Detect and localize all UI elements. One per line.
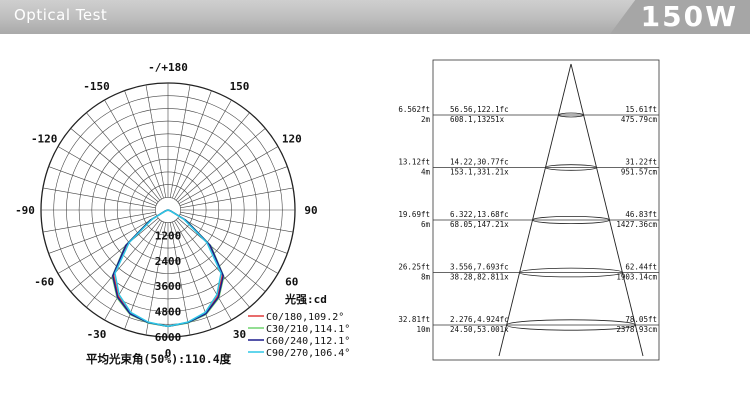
cone-height-m: 2m xyxy=(421,115,431,124)
cone-lx: 38.28,82.811x xyxy=(450,273,509,282)
polar-angle-label: -60 xyxy=(34,276,54,289)
polar-spoke xyxy=(169,84,191,198)
cone-height-m: 6m xyxy=(421,220,431,229)
cone-height-ft: 13.12ft xyxy=(398,158,430,167)
polar-angle-label: 30 xyxy=(233,328,246,341)
polar-angle-label: 120 xyxy=(282,133,302,146)
cone-diameter-ft: 15.61ft xyxy=(625,105,657,114)
polar-legend: 光强:cd C0/180,109.2°C30/210,114.1°C60/240,… xyxy=(248,292,350,359)
cone-lx: 608.1,13251x xyxy=(450,115,505,124)
cone-diameter-cm: 1903.14cm xyxy=(616,273,657,282)
legend-entry: C0/180,109.2° xyxy=(266,312,344,323)
cone-fc: 14.22,30.77fc xyxy=(450,158,509,167)
polar-angle-label: -/+180 xyxy=(148,61,188,74)
cone-diameter-cm: 1427.36cm xyxy=(616,220,657,229)
cone-lx: 68.05,147.21x xyxy=(450,220,509,229)
cone-body xyxy=(498,63,644,357)
cone-height-m: 8m xyxy=(421,273,431,282)
polar-intensity-chart: -/+180-150 150-120 120-90 90-60 60-30 3001200… xyxy=(15,61,350,366)
legend-entry: C90/270,106.4° xyxy=(266,348,350,359)
cone-diameter-ft: 62.44ft xyxy=(625,263,657,272)
polar-angle-label: 150 xyxy=(230,80,250,93)
polar-spoke xyxy=(42,211,156,233)
cone-diameter-cm: 951.57cm xyxy=(621,168,658,177)
polar-spoke xyxy=(180,187,294,209)
polar-angle-label: -120 xyxy=(31,133,58,146)
cone-lx: 153.1,331.21x xyxy=(450,168,509,177)
illuminance-cone-chart: 6.562ft2m 56.56,122.1fc608.1,13251x 15.61f… xyxy=(398,59,660,361)
cone-fc: 56.56,122.1fc xyxy=(450,105,509,114)
average-beam-angle: 平均光束角(50%):110.4度 xyxy=(86,352,232,366)
cone-edge-left xyxy=(498,63,572,357)
cone-diameter-cm: 2378.93cm xyxy=(616,325,657,334)
cone-height-ft: 6.562ft xyxy=(398,105,430,114)
polar-radial-tick: 4800 xyxy=(155,306,182,319)
cone-height-ft: 32.81ft xyxy=(398,315,430,324)
cone-rows: 6.562ft2m 56.56,122.1fc608.1,13251x 15.61f… xyxy=(398,105,659,334)
header-title: Optical Test xyxy=(14,6,108,24)
polar-angle-label: -30 xyxy=(87,328,107,341)
polar-spoke xyxy=(42,187,156,209)
legend-entry: C60/240,112.1° xyxy=(266,336,350,347)
cone-height-m: 10m xyxy=(416,325,430,334)
polar-radial-tick: 2400 xyxy=(155,255,182,268)
cone-height-m: 4m xyxy=(421,168,431,177)
polar-angle-label: 90 xyxy=(304,204,317,217)
cone-fc: 3.556,7.693fc xyxy=(450,263,509,272)
cone-fc: 2.276,4.924fc xyxy=(450,315,509,324)
cone-diameter-ft: 46.83ft xyxy=(625,210,657,219)
cone-diameter-ft: 78.05ft xyxy=(625,315,657,324)
polar-spoke xyxy=(145,84,167,198)
header-power: 150W xyxy=(640,0,738,33)
legend-unit-label: 光强:cd xyxy=(284,292,327,306)
polar-spoke xyxy=(180,211,294,233)
polar-radial-tick: 1200 xyxy=(155,229,182,242)
cone-fc: 6.322,13.68fc xyxy=(450,210,509,219)
cone-height-ft: 19.69ft xyxy=(398,210,430,219)
polar-angle-label: -150 xyxy=(83,80,110,93)
cone-diameter-cm: 475.79cm xyxy=(621,115,658,124)
polar-radial-tick: 3600 xyxy=(155,280,182,293)
cone-lx: 24.50,53.001x xyxy=(450,325,509,334)
cone-diameter-ft: 31.22ft xyxy=(625,158,657,167)
cone-height-ft: 26.25ft xyxy=(398,263,430,272)
polar-angle-label: -90 xyxy=(15,204,35,217)
polar-radial-tick: 6000 xyxy=(155,331,182,344)
polar-angle-label: 60 xyxy=(285,276,298,289)
header: Optical Test 150W xyxy=(0,0,750,34)
legend-entry: C30/210,114.1° xyxy=(266,324,350,335)
